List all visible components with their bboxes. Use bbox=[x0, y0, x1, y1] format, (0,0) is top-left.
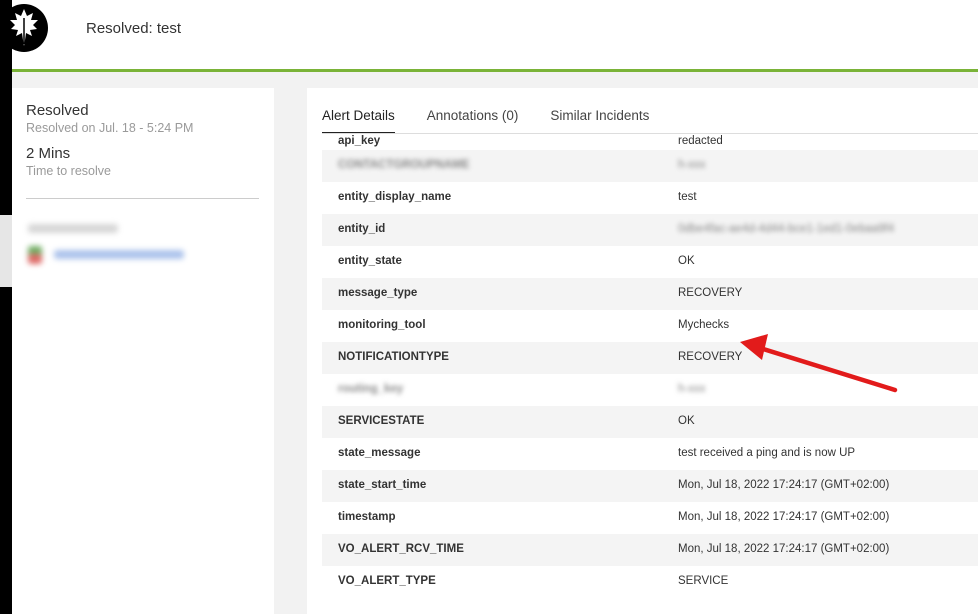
side-scrollbar bbox=[0, 215, 12, 287]
table-row: entity_id 0dbe4fac-ae4d-4d44-bce1-1ed1-0… bbox=[322, 214, 978, 246]
detail-value: SERVICE bbox=[678, 575, 729, 587]
window-left-edge bbox=[0, 0, 12, 614]
top-bar: Resolved: test bbox=[12, 0, 978, 69]
detail-value: RECOVERY bbox=[678, 287, 743, 299]
detail-key: timestamp bbox=[338, 511, 396, 523]
tab-annotations[interactable]: Annotations (0) bbox=[427, 108, 519, 134]
detail-value: Mon, Jul 18, 2022 17:24:17 (GMT+02:00) bbox=[678, 479, 890, 491]
leaf-icon[interactable] bbox=[0, 4, 48, 52]
detail-value: 0dbe4fac-ae4d-4d44-bce1-1ed1-0ebaa9f4 bbox=[678, 223, 895, 235]
detail-value: redacted bbox=[678, 135, 723, 147]
detail-value: OK bbox=[678, 255, 695, 267]
detail-key: CONTACTGROUPNAME bbox=[338, 159, 470, 171]
resolve-duration-label: Time to resolve bbox=[26, 164, 111, 178]
detail-value: test bbox=[678, 191, 697, 203]
table-row: routing_key h-xxx bbox=[322, 374, 978, 406]
detail-value: RECOVERY bbox=[678, 351, 743, 363]
status-label: Resolved bbox=[26, 102, 89, 119]
table-row: CONTACTGROUPNAME h-xxx bbox=[322, 150, 978, 182]
detail-key: entity_id bbox=[338, 223, 386, 235]
detail-key: monitoring_tool bbox=[338, 319, 426, 331]
alert-details-panel: Alert Details Annotations (0) Similar In… bbox=[307, 88, 978, 614]
tab-bar: Alert Details Annotations (0) Similar In… bbox=[322, 108, 649, 134]
detail-value: test received a ping and is now UP bbox=[678, 447, 856, 459]
resolve-duration: 2 Mins bbox=[26, 145, 71, 162]
detail-key: state_start_time bbox=[338, 479, 427, 491]
detail-key: VO_ALERT_TYPE bbox=[338, 575, 436, 587]
detail-value: OK bbox=[678, 415, 695, 427]
detail-key: state_message bbox=[338, 447, 421, 459]
page-title: Resolved: test bbox=[86, 20, 182, 37]
redacted-integration-block bbox=[12, 214, 234, 334]
table-row: entity_display_name test bbox=[322, 182, 978, 214]
detail-value: h-xxx bbox=[678, 159, 706, 171]
detail-key: NOTIFICATIONTYPE bbox=[338, 351, 449, 363]
detail-value: Mychecks bbox=[678, 319, 730, 331]
table-row: api_key redacted bbox=[322, 134, 978, 150]
resolved-time: Resolved on Jul. 18 - 5:24 PM bbox=[26, 121, 194, 135]
table-row: VO_ALERT_RCV_TIME Mon, Jul 18, 2022 17:2… bbox=[322, 534, 978, 566]
table-row: state_start_time Mon, Jul 18, 2022 17:24… bbox=[322, 470, 978, 502]
table-row: entity_state OK bbox=[322, 246, 978, 278]
detail-key: entity_state bbox=[338, 255, 402, 267]
detail-key: routing_key bbox=[338, 383, 404, 395]
tab-similar-incidents[interactable]: Similar Incidents bbox=[550, 108, 649, 134]
table-row: timestamp Mon, Jul 18, 2022 17:24:17 (GM… bbox=[322, 502, 978, 534]
detail-key: SERVICESTATE bbox=[338, 415, 425, 427]
table-row: state_message test received a ping and i… bbox=[322, 438, 978, 470]
detail-value: h-xxx bbox=[678, 383, 706, 395]
divider bbox=[26, 198, 259, 199]
detail-value: Mon, Jul 18, 2022 17:24:17 (GMT+02:00) bbox=[678, 543, 890, 555]
detail-key: message_type bbox=[338, 287, 418, 299]
incident-summary-card: Resolved Resolved on Jul. 18 - 5:24 PM 2… bbox=[12, 88, 274, 614]
detail-key: entity_display_name bbox=[338, 191, 452, 203]
table-row: message_type RECOVERY bbox=[322, 278, 978, 310]
detail-key: VO_ALERT_RCV_TIME bbox=[338, 543, 464, 555]
tab-alert-details[interactable]: Alert Details bbox=[322, 108, 395, 134]
details-table: api_key redacted CONTACTGROUPNAME h-xxx … bbox=[322, 134, 978, 598]
detail-key: api_key bbox=[338, 135, 381, 147]
table-row: SERVICESTATE OK bbox=[322, 406, 978, 438]
header-accent-line bbox=[12, 69, 978, 72]
table-row: monitoring_tool Mychecks bbox=[322, 310, 978, 342]
table-row: NOTIFICATIONTYPE RECOVERY bbox=[322, 342, 978, 374]
detail-value: Mon, Jul 18, 2022 17:24:17 (GMT+02:00) bbox=[678, 511, 890, 523]
table-row: VO_ALERT_TYPE SERVICE bbox=[322, 566, 978, 598]
